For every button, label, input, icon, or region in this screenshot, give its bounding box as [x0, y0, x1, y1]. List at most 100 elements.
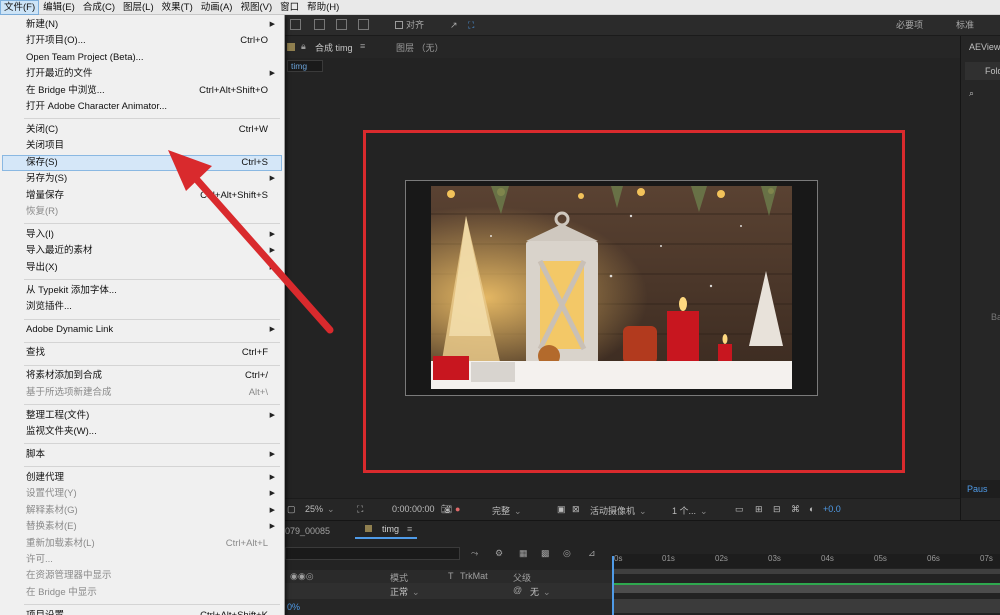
current-time-indicator[interactable]	[612, 556, 614, 615]
file-menu-item[interactable]: 打开 Adobe Character Animator...	[2, 99, 282, 115]
shy-layers-icon[interactable]: ▦	[519, 548, 528, 559]
graph-editor-icon[interactable]: ⊿	[588, 548, 596, 559]
file-menu-item[interactable]: 关闭(C) Ctrl+W	[2, 122, 282, 138]
fast-preview-icon[interactable]: ⊞	[755, 504, 763, 515]
file-menu-item[interactable]: 重新加载素材(L) Ctrl+Alt+L	[2, 536, 282, 552]
file-menu-item[interactable]: Open Team Project (Beta)...	[2, 50, 282, 66]
shape-tool-icon[interactable]	[314, 19, 325, 30]
work-area-bar[interactable]	[612, 569, 1000, 574]
timecode[interactable]: 0:00:00:00	[392, 504, 435, 514]
layer-duration-bar[interactable]	[612, 583, 1000, 593]
menu-0[interactable]: 文件(F)	[0, 0, 40, 15]
file-menu-item[interactable]: 将素材添加到合成 Ctrl+/	[2, 368, 282, 384]
folder-button[interactable]: Fold	[965, 62, 1000, 80]
transparency-grid-icon[interactable]: ⊠	[572, 504, 580, 515]
file-menu-item[interactable]: 浏览插件...	[2, 299, 282, 315]
motion-blur-icon[interactable]: ◎	[563, 548, 571, 559]
region-icon[interactable]: ⛶	[357, 504, 363, 515]
text-tool-icon[interactable]	[358, 19, 369, 30]
file-menu-item[interactable]: 另存为(S) ▶	[2, 171, 282, 187]
file-menu-item[interactable]: Adobe Dynamic Link ▶	[2, 322, 282, 338]
file-menu-item[interactable]: 新建(N) ▶	[2, 17, 282, 33]
comp-flowchart-icon[interactable]: ⤳	[471, 548, 478, 559]
file-menu-item[interactable]: 创建代理 ▶	[2, 470, 282, 486]
tab-menu-icon[interactable]: ≡	[407, 524, 412, 534]
menu-6[interactable]: 视图(V)	[236, 0, 276, 15]
menu-1[interactable]: 编辑(E)	[39, 0, 79, 15]
flowchart-icon[interactable]: ⌘	[791, 504, 800, 515]
av-switches-icon[interactable]: ◉◉◎	[290, 571, 314, 582]
file-menu-item[interactable]: 监视文件夹(W)...	[2, 424, 282, 440]
menu-3[interactable]: 图层(L)	[119, 0, 158, 15]
file-menu-item[interactable]: 关闭项目	[2, 138, 282, 154]
toggle-icon[interactable]: ▭	[735, 504, 744, 515]
file-menu-item[interactable]: 设置代理(Y) ▶	[2, 486, 282, 502]
snap-checkbox-icon[interactable]	[395, 21, 403, 29]
zoom-select[interactable]: 25%	[305, 504, 335, 515]
file-menu-item[interactable]: 增量保存 Ctrl+Alt+Shift+S	[2, 188, 282, 204]
tab-previous-comp[interactable]: 079_00085	[285, 526, 330, 536]
menu-4[interactable]: 效果(T)	[158, 0, 197, 15]
menu-8[interactable]: 帮助(H)	[303, 0, 343, 15]
color-channel-icon[interactable]: ●	[455, 504, 460, 514]
hand-tool-icon[interactable]	[290, 19, 301, 30]
parent-select[interactable]: 无	[530, 585, 590, 598]
file-menu-item[interactable]: 导入最近的素材 ▶	[2, 243, 282, 259]
file-menu-item[interactable]: 保存(S) Ctrl+S	[2, 154, 282, 172]
roi-icon[interactable]: ▣	[557, 504, 566, 515]
snap-arrow-icon[interactable]: ↗	[450, 19, 458, 32]
search-icon[interactable]: ⌕	[969, 88, 974, 99]
layer-row-2[interactable]: 0%	[285, 599, 612, 615]
file-menu-item[interactable]: 解释素材(G) ▶	[2, 503, 282, 519]
file-menu-item[interactable]: 在 Bridge 中浏览... Ctrl+Alt+Shift+O	[2, 83, 282, 99]
menu-7[interactable]: 窗口	[276, 0, 303, 15]
views-select[interactable]: 1 个...	[672, 504, 722, 517]
file-menu-item[interactable]: 查找 Ctrl+F	[2, 345, 282, 361]
file-menu-item[interactable]: 打开最近的文件 ▶	[2, 66, 282, 82]
file-menu-item[interactable]: 整理工程(文件) ▶	[2, 408, 282, 424]
pen-tool-icon[interactable]	[336, 19, 347, 30]
layer-row[interactable]: 正常 @ 无	[285, 583, 612, 599]
draft-3d-icon[interactable]: ⚙	[495, 548, 503, 559]
file-menu-item[interactable]: 替换素材(E) ▶	[2, 519, 282, 535]
exposure-icon[interactable]: ◐	[809, 504, 814, 514]
tab-timg-active[interactable]: timg ≡	[355, 523, 417, 539]
file-menu-item[interactable]: 恢复(R)	[2, 204, 282, 220]
file-menu-item[interactable]: 基于所选项新建合成 Alt+\	[2, 385, 282, 401]
snapshot-icon[interactable]: 📷︎	[441, 504, 452, 515]
blend-mode-select[interactable]: 正常	[390, 585, 440, 598]
comp-name-chip[interactable]: timg	[287, 60, 323, 72]
frame-blend-icon[interactable]: ▩	[541, 548, 550, 559]
layer-duration-bar-2[interactable]	[612, 599, 1000, 613]
percent-readout: 0%	[287, 602, 301, 612]
snap-toggle[interactable]: 对齐	[395, 19, 424, 32]
file-menu-item[interactable]: 从 Typekit 添加字体...	[2, 283, 282, 299]
file-menu-item[interactable]: 导出(X) ▶	[2, 260, 282, 276]
magnification-icon[interactable]: ▢	[287, 504, 296, 515]
file-menu-item[interactable]: 许可...	[2, 552, 282, 568]
workspace-standard[interactable]: 标准	[956, 19, 974, 32]
file-menu-item[interactable]: 在 Bridge 中显示	[2, 585, 282, 601]
pause-button[interactable]: Paus	[961, 480, 1000, 498]
camera-select[interactable]: 活动摄像机	[590, 504, 665, 517]
file-menu-item[interactable]: 打开项目(O)... Ctrl+O	[2, 33, 282, 49]
file-menu-item[interactable]: 导入(I) ▶	[2, 227, 282, 243]
menu-5[interactable]: 动画(A)	[197, 0, 237, 15]
file-menu-item[interactable]: 在资源管理器中显示	[2, 568, 282, 584]
timeline-icon[interactable]: ⊟	[773, 504, 781, 515]
layer-search-input[interactable]	[285, 547, 460, 560]
resolution-select[interactable]: 完整	[492, 504, 552, 517]
file-menu-item[interactable]: 项目设置... Ctrl+Alt+Shift+K	[2, 608, 282, 615]
lock-icon[interactable]: 🔒︎	[301, 41, 306, 52]
pickwhip-icon[interactable]: @	[513, 585, 522, 595]
panel-menu-icon[interactable]: ≡	[360, 41, 365, 51]
file-menu-item[interactable]: 脚本 ▶	[2, 447, 282, 463]
exposure-value[interactable]: +0.0	[823, 504, 841, 514]
menu-2[interactable]: 合成(C)	[79, 0, 119, 15]
time-ruler[interactable]: 0s 01s 02s 03s 04s 05s 06s 07s	[612, 554, 1000, 568]
snap-target-icon[interactable]: ⛶	[468, 19, 474, 32]
workspace-required[interactable]: 必要项	[896, 19, 923, 32]
tab-composition[interactable]: 合成 timg	[315, 41, 353, 54]
tab-layer[interactable]: 图层 （无）	[396, 41, 444, 54]
composition-viewer[interactable]	[285, 74, 960, 498]
